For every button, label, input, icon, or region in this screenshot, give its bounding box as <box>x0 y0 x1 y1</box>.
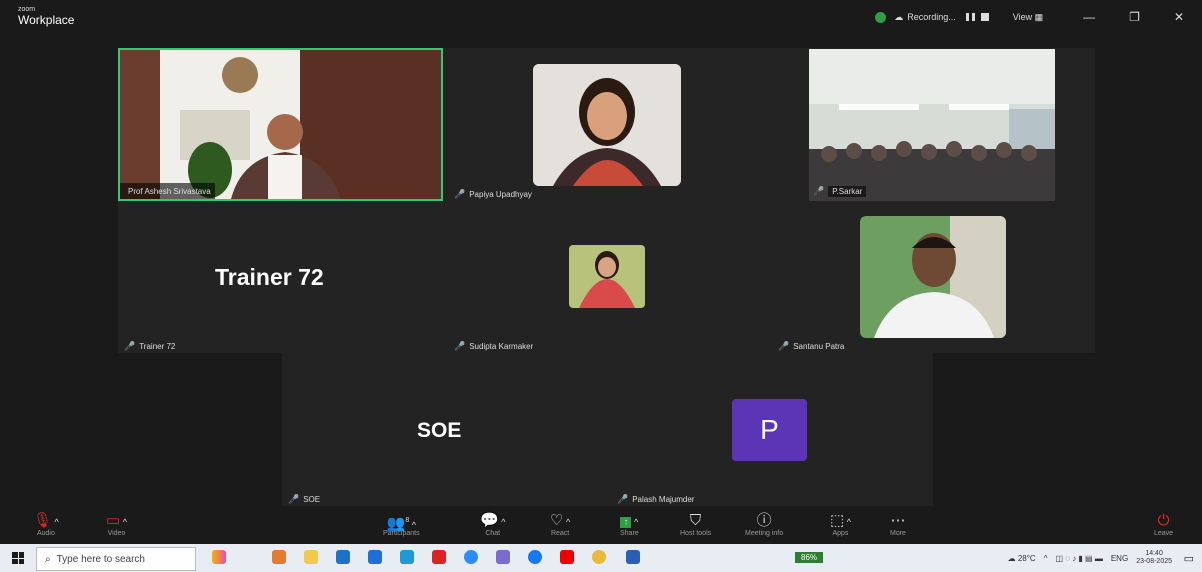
shield-icon: ⛉ <box>689 512 702 529</box>
word-icon[interactable] <box>626 550 640 564</box>
participants-button[interactable]: 👥8 ^ Participants <box>383 512 420 537</box>
chat-button[interactable]: 💬 ^ Chat <box>480 512 505 537</box>
apps-icon: ⬚ ^ <box>830 512 851 529</box>
mic-muted-icon: 🎙 ^ <box>33 512 59 529</box>
participant-video[interactable] <box>569 245 645 308</box>
minimize-button[interactable]: — <box>1083 10 1095 24</box>
video-button[interactable]: ▭ ^ Video <box>106 512 127 537</box>
clock[interactable]: 14:40 23-08-2025 <box>1136 550 1172 567</box>
cloud-icon: ☁ <box>894 11 904 22</box>
tray-chevron-icon[interactable]: ^ <box>1044 554 1048 563</box>
apps-button[interactable]: ⬚ ^ Apps <box>830 512 851 537</box>
outlook-icon[interactable] <box>336 550 350 564</box>
heart-icon: ♡ ^ <box>550 512 571 529</box>
mcafee-icon[interactable] <box>432 550 446 564</box>
pause-icon[interactable] <box>965 13 969 21</box>
leave-button[interactable]: ⏻ Leave <box>1154 512 1173 537</box>
view-button[interactable]: View ▦ <box>1013 12 1043 23</box>
share-icon: ↑ ^ <box>620 512 639 530</box>
mic-muted-icon: 🎤 <box>778 340 790 351</box>
share-button[interactable]: ↑ ^ Share <box>620 512 639 537</box>
more-icon: ⋯ <box>890 512 906 529</box>
zoom-icon[interactable] <box>464 550 478 564</box>
notifications-icon[interactable]: ▭ <box>1184 552 1194 565</box>
stop-icon[interactable] <box>980 13 989 21</box>
tray-icons[interactable]: ◫ ◌ ♪ ▮ ▤ ▬ <box>1055 554 1102 563</box>
host-tools-button[interactable]: ⛉ Host tools <box>680 512 711 537</box>
participant-avatar[interactable]: P <box>732 399 807 461</box>
restore-button[interactable]: ❐ <box>1129 10 1140 24</box>
mic-muted-icon: 🎤 <box>454 188 466 199</box>
participants-icon: 👥8 ^ <box>386 515 416 532</box>
info-icon: ⓘ <box>756 512 772 529</box>
os-taskbar: ⌕ Type here to search 86% ☁ 28°C ^ ◫ ◌ ♪… <box>0 544 1202 572</box>
participant-tile[interactable]: Prof Ashesh Srivastava <box>118 48 443 201</box>
pinned-app-icon[interactable] <box>272 550 286 564</box>
facebook-icon[interactable] <box>528 550 542 564</box>
meeting-info-button[interactable]: ⓘ Meeting info <box>745 512 783 537</box>
video-off-icon: ▭ ^ <box>106 512 127 529</box>
copilot-icon[interactable] <box>212 550 226 564</box>
grid-icon: ▦ <box>1034 11 1044 22</box>
battery-indicator[interactable]: 86% <box>795 552 824 563</box>
mic-muted-icon: 🎤 <box>617 493 629 504</box>
file-explorer-icon[interactable] <box>304 550 318 564</box>
video-feed <box>860 216 1006 338</box>
participant-display-name: Trainer 72 <box>215 264 324 290</box>
app-logo: zoom Workplace <box>18 6 75 27</box>
participant-video[interactable] <box>860 216 1006 338</box>
audio-button[interactable]: 🎙 ^ Audio <box>33 512 59 537</box>
video-feed <box>533 64 681 186</box>
chrome-icon[interactable] <box>592 550 606 564</box>
mic-muted-icon: 🎤 <box>124 340 136 351</box>
cloud-icon: ☁ <box>1007 553 1016 563</box>
pinned-app-icon[interactable] <box>368 550 382 564</box>
video-feed <box>120 50 441 199</box>
youtube-icon[interactable] <box>560 550 574 564</box>
shield-icon[interactable] <box>875 11 887 23</box>
leave-icon: ⏻ <box>1157 512 1170 529</box>
weather-widget[interactable]: ☁ 28°C <box>1008 554 1036 563</box>
recording-indicator[interactable]: ☁ Recording... <box>894 12 989 23</box>
edge-icon[interactable] <box>400 550 414 564</box>
participant-display-name: SOE <box>417 419 462 442</box>
meeting-toolbar: 🎙 ^ Audio ▭ ^ Video 👥8 ^ Participants 💬 ^ Ch… <box>0 508 1202 544</box>
search-icon: ⌕ <box>45 553 51 565</box>
chat-icon: 💬 ^ <box>480 512 506 529</box>
video-feed <box>809 49 1055 201</box>
windows-start-icon[interactable] <box>12 552 24 564</box>
video-feed <box>569 245 645 308</box>
taskbar-search[interactable]: ⌕ Type here to search <box>36 547 196 571</box>
grid-row-bottom <box>282 353 933 506</box>
mic-muted-icon: 🎤 <box>454 340 466 351</box>
mic-muted-icon: 🎤 <box>288 493 300 504</box>
react-button[interactable]: ♡ ^ React <box>550 512 570 537</box>
participant-video[interactable] <box>533 64 681 186</box>
close-button[interactable]: ✕ <box>1174 10 1184 24</box>
mic-muted-icon: 🎤 <box>813 185 825 196</box>
more-button[interactable]: ⋯ More <box>890 512 906 537</box>
participant-video[interactable]: 🎤 P.Sarkar <box>809 49 1055 201</box>
pinned-app-icon[interactable] <box>496 550 510 564</box>
title-bar: zoom Workplace ☁ Recording... View ▦ — ❐… <box>0 0 1202 34</box>
